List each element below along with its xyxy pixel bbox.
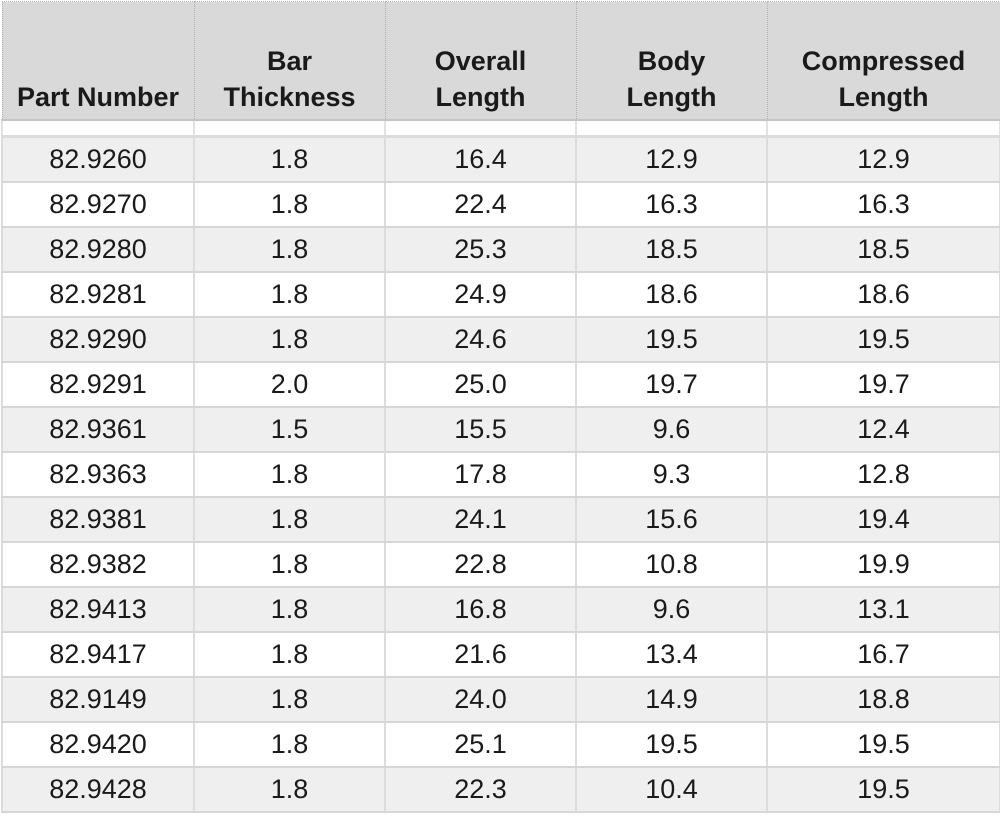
cell-bar-thickness: 2.0 [193, 362, 386, 408]
table-row: 82.9290 1.8 24.6 19.5 19.5 [1, 317, 1000, 363]
cell-bar-thickness: 1.8 [193, 542, 386, 588]
cell-body-length: 14.9 [575, 677, 768, 723]
cell-overall-length: 24.6 [384, 317, 577, 363]
cell-overall-length: 16.8 [384, 587, 577, 633]
cell-body-length: 13.4 [575, 632, 768, 678]
cell-compressed-length: 16.3 [766, 182, 1000, 228]
cell-body-length: 18.5 [575, 227, 768, 273]
cell-compressed-length: 18.6 [766, 272, 1000, 318]
cell-bar-thickness: 1.8 [193, 587, 386, 633]
cell-overall-length: 16.4 [384, 136, 577, 183]
cell-bar-thickness: 1.8 [193, 317, 386, 363]
cell-compressed-length: 12.8 [766, 452, 1000, 498]
cell-part-number: 82.9428 [1, 767, 195, 813]
cell-compressed-length: 19.5 [766, 722, 1000, 768]
cell-bar-thickness: 1.8 [193, 452, 386, 498]
cell-part-number: 82.9260 [1, 136, 195, 183]
cell-bar-thickness: 1.8 [193, 182, 386, 228]
cell-body-length: 10.8 [575, 542, 768, 588]
cell-part-number: 82.9420 [1, 722, 195, 768]
cell-body-length: 19.7 [575, 362, 768, 408]
cell-part-number: 82.9363 [1, 452, 195, 498]
cell-bar-thickness: 1.8 [193, 722, 386, 768]
cell-compressed-length: 12.9 [766, 136, 1000, 183]
table-row: 82.9381 1.8 24.1 15.6 19.4 [1, 497, 1000, 543]
table-row: 82.9420 1.8 25.1 19.5 19.5 [1, 722, 1000, 768]
cell-bar-thickness: 1.8 [193, 497, 386, 543]
cell-overall-length: 17.8 [384, 452, 577, 498]
header-bar-thickness: Bar Thickness [193, 1, 386, 121]
table-row: 82.9361 1.5 15.5 9.6 12.4 [1, 407, 1000, 453]
cell-compressed-length: 13.1 [766, 587, 1000, 633]
header-compressed-length: Compressed Length [766, 1, 1000, 121]
cell-part-number: 82.9280 [1, 227, 195, 273]
cell-bar-thickness: 1.8 [193, 272, 386, 318]
cell-part-number: 82.9381 [1, 497, 195, 543]
cell-compressed-length: 12.4 [766, 407, 1000, 453]
cell-bar-thickness: 1.8 [193, 767, 386, 813]
cell-overall-length: 22.3 [384, 767, 577, 813]
table-row: 82.9363 1.8 17.8 9.3 12.8 [1, 452, 1000, 498]
cell-part-number: 82.9361 [1, 407, 195, 453]
table-row: 82.9382 1.8 22.8 10.8 19.9 [1, 542, 1000, 588]
part-spec-table: Part Number Bar Thickness Overall Length B… [1, 1, 1000, 813]
header-row: Part Number Bar Thickness Overall Length B… [1, 1, 1000, 121]
cell-overall-length: 24.1 [384, 497, 577, 543]
cell-bar-thickness: 1.8 [193, 632, 386, 678]
cell-overall-length: 24.9 [384, 272, 577, 318]
table-row: 82.9428 1.8 22.3 10.4 19.5 [1, 767, 1000, 813]
cell-part-number: 82.9291 [1, 362, 195, 408]
cell-body-length: 15.6 [575, 497, 768, 543]
cell-overall-length: 25.1 [384, 722, 577, 768]
cell-part-number: 82.9149 [1, 677, 195, 723]
cell-bar-thickness: 1.8 [193, 136, 386, 183]
cell-body-length: 19.5 [575, 317, 768, 363]
cell-part-number: 82.9417 [1, 632, 195, 678]
cell-overall-length: 22.8 [384, 542, 577, 588]
cell-part-number: 82.9382 [1, 542, 195, 588]
cell-body-length: 18.6 [575, 272, 768, 318]
cell-compressed-length: 19.9 [766, 542, 1000, 588]
table-row: 82.9291 2.0 25.0 19.7 19.7 [1, 362, 1000, 408]
cell-part-number: 82.9413 [1, 587, 195, 633]
cell-body-length: 16.3 [575, 182, 768, 228]
cell-body-length: 12.9 [575, 136, 768, 183]
header-body-length: Body Length [575, 1, 768, 121]
cell-body-length: 9.6 [575, 407, 768, 453]
table-row: 82.9270 1.8 22.4 16.3 16.3 [1, 182, 1000, 228]
table-row: 82.9281 1.8 24.9 18.6 18.6 [1, 272, 1000, 318]
cell-overall-length: 22.4 [384, 182, 577, 228]
cell-compressed-length: 19.5 [766, 767, 1000, 813]
cell-body-length: 19.5 [575, 722, 768, 768]
cell-overall-length: 25.3 [384, 227, 577, 273]
cell-overall-length: 21.6 [384, 632, 577, 678]
cell-part-number: 82.9281 [1, 272, 195, 318]
cell-part-number: 82.9290 [1, 317, 195, 363]
cell-body-length: 9.3 [575, 452, 768, 498]
cell-overall-length: 24.0 [384, 677, 577, 723]
table-row: 82.9149 1.8 24.0 14.9 18.8 [1, 677, 1000, 723]
cell-body-length: 9.6 [575, 587, 768, 633]
cell-bar-thickness: 1.8 [193, 227, 386, 273]
table-row: 82.9260 1.8 16.4 12.9 12.9 [1, 136, 1000, 183]
table-row: 82.9413 1.8 16.8 9.6 13.1 [1, 587, 1000, 633]
header-part-number: Part Number [1, 1, 195, 121]
header-overall-length: Overall Length [384, 1, 577, 121]
cell-compressed-length: 18.8 [766, 677, 1000, 723]
spacer-row [1, 120, 1000, 138]
cell-compressed-length: 18.5 [766, 227, 1000, 273]
cell-compressed-length: 19.7 [766, 362, 1000, 408]
cell-overall-length: 15.5 [384, 407, 577, 453]
cell-compressed-length: 19.5 [766, 317, 1000, 363]
table-row: 82.9280 1.8 25.3 18.5 18.5 [1, 227, 1000, 273]
table-row: 82.9417 1.8 21.6 13.4 16.7 [1, 632, 1000, 678]
cell-overall-length: 25.0 [384, 362, 577, 408]
cell-bar-thickness: 1.8 [193, 677, 386, 723]
cell-part-number: 82.9270 [1, 182, 195, 228]
cell-body-length: 10.4 [575, 767, 768, 813]
cell-compressed-length: 16.7 [766, 632, 1000, 678]
cell-bar-thickness: 1.5 [193, 407, 386, 453]
cell-compressed-length: 19.4 [766, 497, 1000, 543]
